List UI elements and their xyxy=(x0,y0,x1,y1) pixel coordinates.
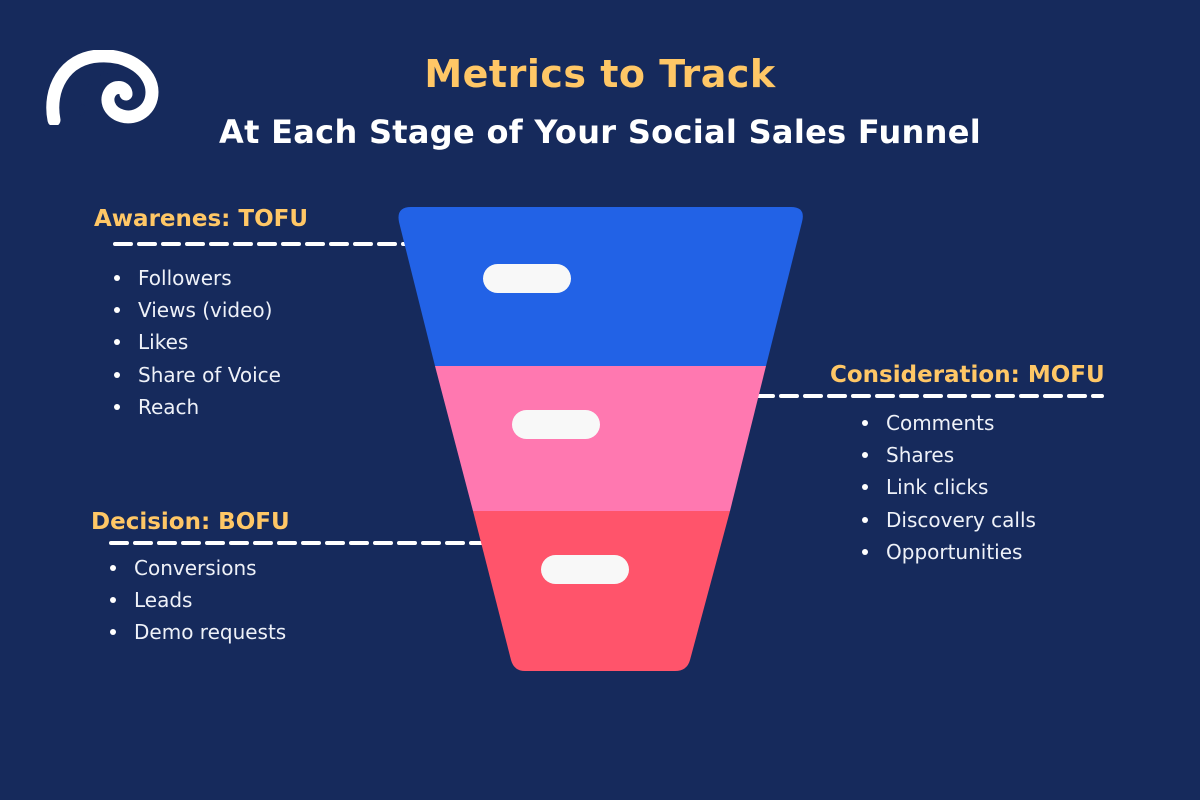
metric-label: Opportunities xyxy=(886,539,1023,564)
metric-label: Reach xyxy=(138,394,200,419)
bullet-icon xyxy=(110,629,116,636)
bullet-icon xyxy=(114,275,120,281)
mofu-heading: Consideration: MOFU xyxy=(830,362,1105,388)
tofu-metric-list: Followers Views (video) Likes Share of V… xyxy=(114,262,281,423)
metric-label: Views (video) xyxy=(138,298,273,323)
metric-label: Conversions xyxy=(134,556,257,580)
bullet-icon xyxy=(114,339,120,346)
metric-item: Share of Voice xyxy=(114,359,281,391)
metric-item: Link clicks xyxy=(862,471,1036,503)
metric-item: Reach xyxy=(114,391,281,423)
mofu-metric-list: Comments Shares Link clicks Discovery ca… xyxy=(862,407,1036,568)
metric-item: Followers xyxy=(114,262,281,294)
tofu-pill xyxy=(483,264,571,293)
bullet-icon xyxy=(862,548,868,555)
funnel-segment-bofu xyxy=(473,511,730,671)
bullet-icon xyxy=(862,484,868,491)
bullet-icon xyxy=(862,420,868,426)
metric-label: Followers xyxy=(138,266,232,290)
mofu-pill xyxy=(512,410,600,439)
metric-label: Link clicks xyxy=(886,475,989,500)
metric-item: Discovery calls xyxy=(862,504,1036,536)
bullet-icon xyxy=(114,403,120,410)
metric-label: Discovery calls xyxy=(886,507,1036,532)
bullet-icon xyxy=(862,452,868,459)
metric-label: Likes xyxy=(138,330,189,355)
funnel-segment-mofu xyxy=(435,366,766,511)
bullet-icon xyxy=(110,597,116,604)
metric-item: Leads xyxy=(110,584,286,616)
metric-item: Shares xyxy=(862,439,1036,471)
funnel-segment-tofu xyxy=(398,207,803,366)
bofu-heading: Decision: BOFU xyxy=(91,509,290,535)
metric-item: Conversions xyxy=(110,552,286,584)
bofu-pill xyxy=(541,555,629,584)
metric-label: Shares xyxy=(886,443,955,468)
metric-item: Likes xyxy=(114,326,281,358)
metric-item: Demo requests xyxy=(110,616,286,648)
bullet-icon xyxy=(114,371,120,378)
metric-label: Comments xyxy=(886,411,995,435)
metric-label: Share of Voice xyxy=(138,362,281,387)
metric-item: Comments xyxy=(862,407,1036,439)
bofu-metric-list: Conversions Leads Demo requests xyxy=(110,552,286,649)
bullet-icon xyxy=(114,307,120,314)
metric-label: Demo requests xyxy=(134,620,287,645)
bullet-icon xyxy=(862,516,868,523)
metric-item: Views (video) xyxy=(114,294,281,326)
tofu-heading: Awarenes: TOFU xyxy=(94,206,309,232)
metric-item: Opportunities xyxy=(862,536,1036,568)
bullet-icon xyxy=(110,565,116,571)
metric-label: Leads xyxy=(134,588,193,613)
